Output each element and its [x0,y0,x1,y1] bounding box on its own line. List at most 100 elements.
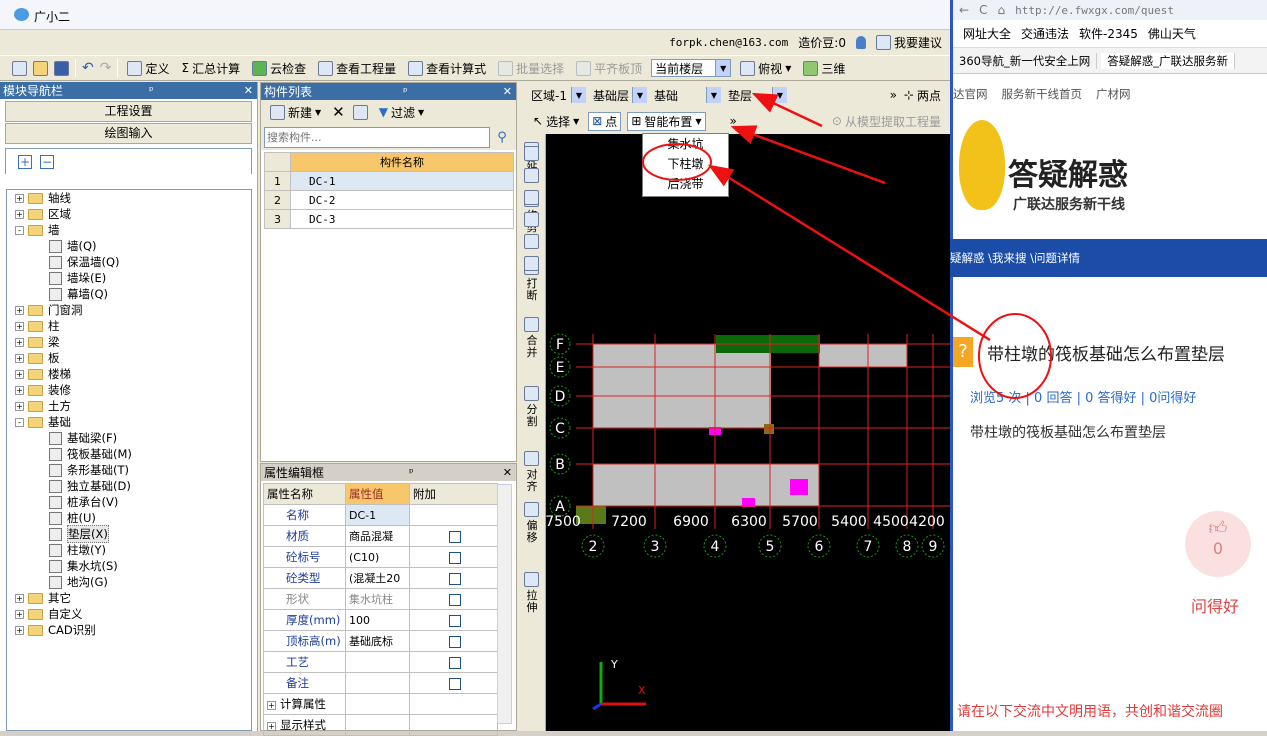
property-checkbox[interactable] [449,677,461,690]
bookmark-link[interactable]: 佛山天气 [1148,25,1196,42]
tree-item[interactable]: + 轴线 [7,190,251,206]
bell-icon[interactable] [855,36,866,49]
refresh-icon[interactable]: C [979,3,987,17]
view-mode-button[interactable]: 俯视 ▼ [737,60,794,77]
tree-item[interactable]: 条形基础(T) [7,462,251,478]
draw-tool-icon[interactable] [524,212,539,227]
property-group[interactable]: + 显示样式 [263,714,346,736]
property-value[interactable]: 集水坑柱 [345,588,410,610]
home-icon[interactable]: ⌂ [997,3,1005,17]
tree-item[interactable]: 保温墙(Q) [7,254,251,270]
more-icon[interactable]: » [730,114,737,128]
edit-tool-icon[interactable] [524,451,539,466]
expand-icon[interactable]: + [15,401,24,411]
open-folder-icon[interactable] [33,60,48,76]
property-row[interactable]: 砼类型 (混凝土20 [263,567,498,589]
redo-icon[interactable]: ↷ [100,60,112,76]
point-button[interactable]: ⊠ 点 [588,111,622,131]
tree-item[interactable]: 集水坑(S) [7,558,251,574]
property-row[interactable]: 材质 商品混凝 [263,525,498,547]
property-value[interactable]: DC-1 [345,504,410,526]
batch-select-button[interactable]: 批量选择 [495,60,567,77]
tree-item[interactable]: + 其它 [7,590,251,606]
new-file-icon[interactable] [12,60,27,76]
expand-icon[interactable]: + [267,701,276,710]
edit-tool-icon[interactable] [524,502,539,517]
property-row[interactable]: 砼标号 (C10) [263,546,498,568]
property-value[interactable]: 基础底标 [345,630,410,652]
collapse-icon[interactable]: - [15,417,24,427]
property-value[interactable] [345,651,410,673]
define-button[interactable]: 定义 [124,60,172,77]
filter-button[interactable]: ▼ 过滤 ▼ [376,104,427,121]
tree-item[interactable]: + 装修 [7,382,251,398]
select-button[interactable]: ↖ 选择 ▼ [530,113,582,130]
property-checkbox[interactable] [449,656,461,669]
edit-tool-label[interactable]: 偏移 [522,520,542,544]
copy-icon[interactable] [352,104,368,120]
expand-all-icon[interactable]: + [18,154,32,169]
more-icon[interactable]: » [890,88,897,102]
delete-icon[interactable]: ✕ [332,103,345,121]
new-component-button[interactable]: 新建 ▼ [267,104,324,121]
edit-tool-label[interactable]: 打断 [522,278,542,302]
property-row[interactable]: 工艺 [263,651,498,673]
props-scrollbar[interactable] [497,484,512,724]
component-name-cell[interactable]: DC-1 [290,171,514,191]
tree-item[interactable]: + 板 [7,350,251,366]
save-icon[interactable] [54,60,69,76]
draw-tool-icon[interactable] [524,256,539,271]
edit-tool-label[interactable]: 对齐 [522,469,542,493]
edit-tool-icon[interactable] [524,386,539,401]
tree-item[interactable]: 基础梁(F) [7,430,251,446]
tree-item[interactable]: 垫层(X) [7,525,251,543]
expand-icon[interactable]: + [15,209,24,219]
undo-icon[interactable]: ↶ [82,60,94,76]
property-value[interactable] [345,714,410,736]
edit-tool-label[interactable]: 合并 [522,335,542,359]
component-name-cell[interactable]: DC-3 [290,209,514,229]
search-icon[interactable]: ⚲ [492,127,512,147]
property-value[interactable] [345,672,410,694]
property-row[interactable]: 形状 集水坑柱 [263,588,498,610]
property-value[interactable]: 100 [345,609,410,631]
pin-icon[interactable]: ᵖ [409,466,414,479]
property-checkbox[interactable] [449,530,461,543]
zone-select[interactable]: 区域-1 ▼ [528,86,586,104]
drawing-canvas[interactable]: F E D C B A 2 3 4 5 6 7 8 9 7500 7200 6900 6300 5700 5400 45… [546,134,950,731]
property-row[interactable]: 名称 DC-1 [263,504,498,526]
tree-item[interactable]: 筏板基础(M) [7,446,251,462]
dropdown-item[interactable]: 后浇带 [643,174,728,194]
tree-item[interactable]: 地沟(G) [7,574,251,590]
property-value[interactable]: 商品混凝 [345,525,410,547]
property-group[interactable]: + 计算属性 [263,693,346,715]
bookmark-link[interactable]: 软件-2345 [1079,25,1138,42]
two-points-button[interactable]: ⊹ 两点 [901,87,944,104]
bookmark-link[interactable]: 交通违法 [1021,25,1069,42]
sum-calc-button[interactable]: Σ 汇总计算 [178,60,243,77]
tree-item[interactable]: -墙 [7,222,251,238]
site-nav-link[interactable]: 服务新干线首页 [1002,86,1083,102]
expand-icon[interactable]: + [15,337,24,347]
browser-tab[interactable]: 360导航_新一代安全上网 [953,52,1098,69]
component-type-select[interactable]: 垫层 ▼ [725,86,787,104]
tree-item[interactable]: 柱墩(Y) [7,542,251,558]
tree-item[interactable]: + 楼梯 [7,366,251,382]
expand-icon[interactable]: + [15,193,24,203]
like-button[interactable]: 👍︎ 0 [1185,511,1251,577]
property-checkbox[interactable] [449,551,461,564]
tree-item[interactable]: - 基础 [7,414,251,430]
search-input[interactable] [264,126,490,148]
tree-item[interactable]: + 土方 [7,398,251,414]
pin-icon[interactable]: ᵖ [149,84,154,97]
property-value[interactable]: (C10) [345,546,410,568]
collapse-all-icon[interactable]: − [40,154,54,169]
expand-icon[interactable]: + [15,305,24,315]
property-row[interactable]: 厚度(mm) 100 [263,609,498,631]
extract-quantity-button[interactable]: ⊙ 从模型提取工程量 [829,113,944,130]
tree-item[interactable]: + CAD识别 [7,622,251,638]
layer-select[interactable]: 基础层 ▼ [590,86,647,104]
browser-tab[interactable]: 答疑解惑_广联达服务新 [1101,52,1235,69]
url-field[interactable]: http://e.fwxgx.com/quest [1015,4,1174,17]
property-row[interactable]: 顶标高(m) 基础底标 [263,630,498,652]
